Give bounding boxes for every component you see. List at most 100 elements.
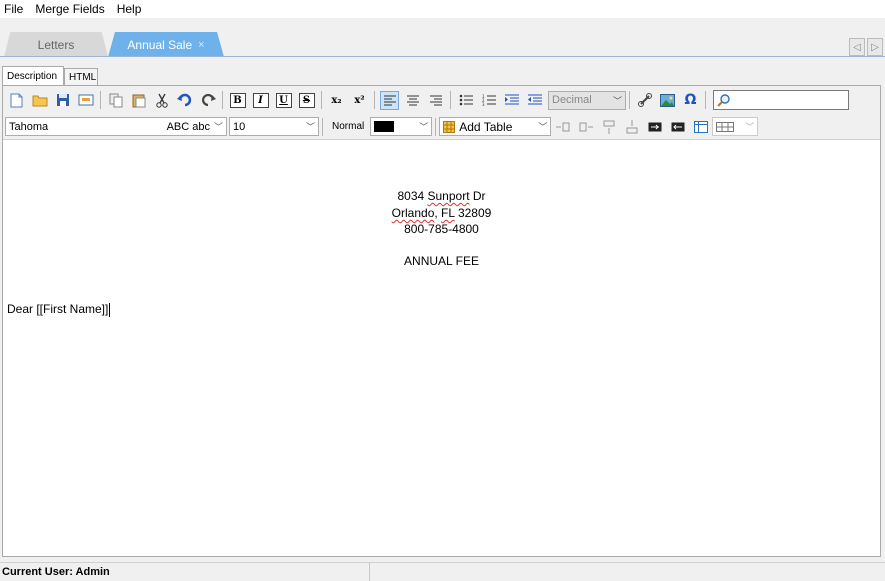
open-folder-icon[interactable] — [30, 91, 49, 110]
italic-button[interactable]: I — [251, 91, 270, 110]
address-street-number: 8034 — [397, 189, 428, 203]
strikethrough-icon: S — [298, 92, 315, 108]
superscript-button[interactable]: x² — [350, 91, 369, 110]
bullet-list-icon[interactable] — [456, 91, 475, 110]
font-family-select[interactable]: Tahoma ABC abc ﹀ — [5, 117, 227, 136]
list-style-value: Decimal — [552, 94, 592, 106]
greeting-text: Dear [[First Name]] — [7, 302, 109, 316]
insert-row-below-icon[interactable] — [599, 117, 618, 136]
font-size-select[interactable]: 10 ﹀ — [229, 117, 319, 136]
rich-text-editor: B I U S x₂ x² 123 Decimal ﹀ Ω Tahoma ABC… — [2, 85, 881, 557]
link-icon[interactable] — [635, 91, 654, 110]
tab-strip: Letters Annual Sale × ◁ ▷ — [0, 18, 885, 58]
merge-cells-icon[interactable] — [645, 117, 664, 136]
tab-annual-sale-label: Annual Sale — [127, 37, 193, 52]
svg-text:3: 3 — [482, 102, 485, 106]
list-style-select[interactable]: Decimal ﹀ — [548, 90, 626, 110]
table-icon — [443, 120, 456, 133]
paste-icon[interactable] — [129, 91, 148, 110]
align-center-icon — [406, 95, 419, 105]
underline-button[interactable]: U — [274, 91, 293, 110]
address-zip: 32809 — [454, 206, 492, 220]
toolbar-separator — [705, 91, 706, 109]
phone-line: 800-785-4800 — [404, 222, 479, 236]
menu-merge-fields[interactable]: Merge Fields — [35, 2, 104, 16]
subtab-html[interactable]: HTML — [64, 68, 98, 86]
tab-letters[interactable]: Letters — [4, 32, 108, 57]
menu-bar: File Merge Fields Help — [0, 0, 885, 18]
greeting-line: Dear [[First Name]] — [7, 302, 111, 317]
indent-icon[interactable] — [502, 91, 521, 110]
toolbar-separator — [321, 91, 322, 109]
toolbar-separator — [322, 117, 323, 136]
align-left-button[interactable] — [380, 90, 399, 110]
save-icon[interactable] — [53, 91, 72, 110]
chevron-down-icon: ﹀ — [305, 122, 315, 132]
address-street-name: Sunport — [427, 189, 470, 203]
font-size-value: 10 — [233, 120, 246, 133]
document-heading: ANNUAL FEE — [404, 254, 479, 268]
address-line-1: 8034 Sunport Dr — [3, 189, 880, 203]
chevron-down-icon: ﹀ — [538, 122, 548, 132]
scroll-left-icon[interactable]: ◁ — [849, 38, 865, 56]
toolbar-separator — [100, 91, 101, 109]
text-caret — [109, 302, 111, 317]
add-table-label: Add Table — [459, 119, 513, 134]
table-grid-icon — [716, 121, 735, 132]
insert-image-icon[interactable] — [658, 91, 677, 110]
align-right-button[interactable] — [426, 91, 445, 110]
tab-letters-label: Letters — [37, 37, 75, 52]
search-input[interactable] — [713, 90, 849, 110]
close-tab-icon[interactable]: × — [198, 39, 204, 51]
current-user-label: Current User: Admin — [0, 562, 370, 581]
undo-icon[interactable] — [175, 91, 194, 110]
table-properties-icon[interactable] — [691, 117, 710, 136]
menu-help[interactable]: Help — [117, 2, 142, 16]
toolbar-separator — [374, 91, 375, 109]
italic-icon: I — [252, 92, 269, 108]
numbered-list-icon[interactable]: 123 — [479, 91, 498, 110]
special-character-icon[interactable]: Ω — [681, 91, 700, 110]
address-line-2: Orlando, FL 32809 — [3, 206, 880, 220]
align-right-icon — [429, 95, 442, 105]
tab-divider — [0, 56, 885, 57]
font-family-value: Tahoma — [9, 120, 49, 133]
insert-field-icon[interactable] — [76, 91, 95, 110]
align-center-button[interactable] — [403, 91, 422, 110]
table-border-select[interactable]: ﹀ — [712, 117, 759, 136]
redo-icon[interactable] — [198, 91, 217, 110]
strikethrough-button[interactable]: S — [297, 91, 316, 110]
toolbar-separator — [629, 91, 630, 109]
cut-icon[interactable] — [152, 91, 171, 110]
scroll-right-icon[interactable]: ▷ — [867, 38, 883, 56]
document-body[interactable]: 8034 Sunport Dr Orlando, FL 32809 800-78… — [3, 141, 880, 556]
bold-icon: B — [229, 92, 246, 108]
subtab-description[interactable]: Description — [2, 66, 64, 86]
copy-icon[interactable] — [106, 91, 125, 110]
outdent-icon[interactable] — [525, 91, 544, 110]
toolbar-main: B I U S x₂ x² 123 Decimal ﹀ Ω — [3, 86, 880, 114]
insert-column-right-icon[interactable] — [576, 117, 595, 136]
toolbar-separator — [450, 91, 451, 109]
split-cells-icon[interactable] — [668, 117, 687, 136]
search-icon — [717, 93, 730, 107]
color-swatch — [374, 121, 395, 132]
add-table-select[interactable]: Add Table ﹀ — [439, 117, 552, 136]
bold-button[interactable]: B — [228, 91, 247, 110]
insert-row-above-icon[interactable] — [622, 117, 641, 136]
toolbar-format: Tahoma ABC abc ﹀ 10 ﹀ Normal ﹀ Add Table… — [3, 114, 880, 140]
address-city: Orlando — [391, 206, 435, 220]
menu-file[interactable]: File — [4, 2, 23, 16]
text-color-select[interactable]: ﹀ — [370, 117, 433, 136]
address-state: FL — [441, 206, 455, 220]
status-bar: Current User: Admin — [0, 562, 885, 581]
chevron-down-icon: ﹀ — [419, 122, 429, 132]
subscript-button[interactable]: x₂ — [327, 91, 346, 110]
chevron-down-icon: ﹀ — [745, 122, 755, 132]
tab-annual-sale[interactable]: Annual Sale × — [108, 32, 224, 57]
new-document-icon[interactable] — [7, 91, 26, 110]
font-preview-group: ABC abc ﹀ — [167, 120, 223, 133]
address-street-suffix: Dr — [469, 189, 486, 203]
paragraph-style-button[interactable]: Normal — [326, 121, 370, 132]
insert-column-left-icon[interactable] — [553, 117, 572, 136]
